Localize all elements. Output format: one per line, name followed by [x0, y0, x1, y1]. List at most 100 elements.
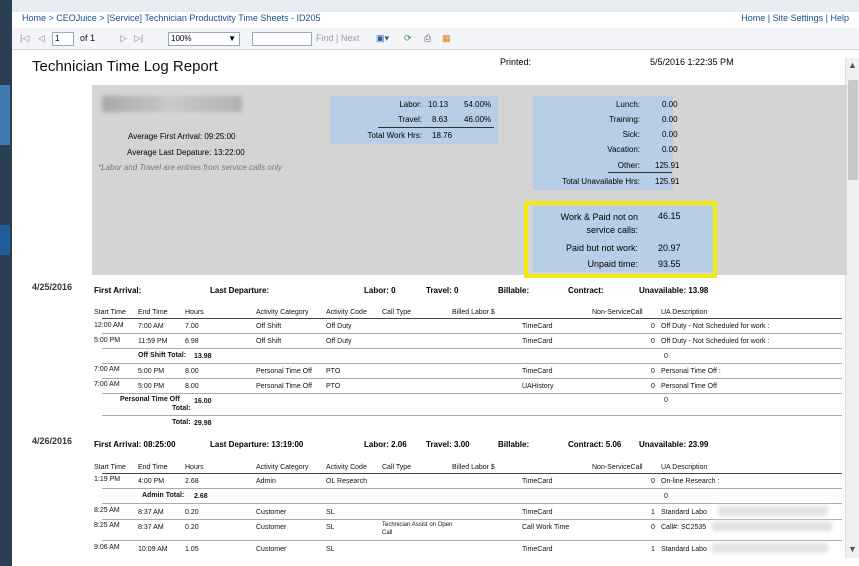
total-work-label: Total Work Hrs:: [367, 131, 422, 140]
sick-label: Sick:: [622, 130, 640, 139]
find-input[interactable]: [252, 32, 312, 46]
cell-category: Personal Time Off: [256, 383, 312, 390]
cell-hours: 0.20: [185, 509, 199, 516]
scroll-up-icon[interactable]: ▲: [848, 60, 857, 70]
cell-count: 0: [651, 478, 655, 485]
row-divider: [102, 393, 842, 394]
day-total-value: 29.98: [194, 420, 212, 427]
labor-travel-note: *Labor and Travel are entries from servi…: [98, 163, 282, 172]
cell-non-service: TimeCard: [522, 368, 553, 375]
scroll-thumb[interactable]: [848, 80, 858, 180]
cell-hours: 1.05: [185, 546, 199, 553]
cell-count: 0: [651, 524, 655, 531]
day-unavailable: Unavailable: 13.98: [639, 286, 709, 295]
header-divider: [102, 318, 842, 319]
last-page-icon[interactable]: ▷|: [134, 33, 143, 44]
admin-total-label: Admin Total:: [142, 492, 185, 499]
day-date: 4/26/2016: [32, 436, 73, 446]
day-labor: Labor: 2.06: [364, 440, 407, 449]
vacation-label: Vacation:: [607, 145, 640, 154]
redacted-text: [712, 521, 832, 531]
sick-value: 0.00: [662, 130, 678, 139]
chevron-down-icon: ▼: [228, 34, 236, 43]
day-contract: Contract: 5.06: [568, 440, 622, 449]
cell-non-service: Call Work Time: [522, 524, 570, 531]
vacation-value: 0.00: [662, 145, 678, 154]
col-activity-code: Activity Code: [326, 464, 367, 471]
last-departure: Last Departure: 13:19:00: [210, 440, 304, 449]
top-links[interactable]: Home | Site Settings | Help: [741, 13, 849, 23]
total-work-value: 18.76: [432, 131, 453, 140]
day-travel: Travel: 3.00: [426, 440, 470, 449]
scroll-down-icon[interactable]: ▼: [848, 544, 857, 554]
cell-ua-description: Standard Labo: [661, 546, 707, 553]
row-divider: [102, 378, 842, 379]
cell-count: 1: [651, 509, 655, 516]
cell-ua-description: On-line Research :: [661, 478, 720, 485]
col-end-time: End Time: [138, 309, 168, 316]
cell-count: 0: [651, 383, 655, 390]
printed-label: Printed:: [500, 57, 532, 67]
day-billable: Billable:: [498, 440, 530, 449]
col-ua-description: UA Description: [661, 309, 708, 316]
export-icon[interactable]: ▦: [442, 33, 451, 44]
page-input[interactable]: 1: [52, 32, 74, 46]
cell-ua-description: Off Duty - Not Scheduled for work :: [661, 323, 770, 330]
technician-name-redacted: [102, 96, 242, 112]
cell-start: 9:06 AM: [94, 544, 120, 551]
labor-label: Labor:: [399, 100, 422, 109]
row-divider: [102, 348, 842, 349]
labor-value: 10.13: [428, 100, 449, 109]
divider: [608, 172, 672, 173]
col-call-type: Call Type: [382, 464, 412, 471]
col-billed-labor: Billed Labor $: [452, 309, 495, 316]
prev-page-icon[interactable]: ◁: [38, 33, 45, 44]
print-icon[interactable]: ⎙: [424, 33, 431, 44]
first-arrival: First Arrival:: [94, 286, 142, 295]
cell-hours: 8.00: [185, 383, 199, 390]
total-unavailable-value: 125.91: [655, 177, 680, 186]
first-page-icon[interactable]: |◁: [20, 33, 29, 44]
breadcrumb-text[interactable]: Home > CEOJuice > [Service] Technician P…: [22, 13, 320, 23]
printed-value: 5/5/2016 1:22:35 PM: [650, 57, 734, 67]
travel-value: 8.63: [432, 115, 448, 124]
refresh-icon[interactable]: ⟳: [404, 33, 412, 44]
cell-non-service: TimeCard: [522, 323, 553, 330]
pto-total-count: 0: [664, 397, 668, 404]
cell-code: SL: [326, 524, 335, 531]
avg-first-arrival: Average First Arrival: 09:25:00: [128, 132, 236, 141]
cell-category: Admin: [256, 478, 276, 485]
report-window: Home > CEOJuice > [Service] Technician P…: [12, 0, 859, 566]
save-icon[interactable]: ▣▾: [376, 33, 389, 44]
labor-pct: 54.00%: [464, 100, 492, 109]
cell-category: Off Shift: [256, 338, 282, 345]
zoom-select[interactable]: 100% ▼: [168, 32, 240, 46]
vertical-scrollbar[interactable]: ▲ ▼: [845, 58, 859, 558]
cell-ua-description: Call#: SC2535: [661, 524, 707, 531]
cell-category: Personal Time Off: [256, 368, 312, 375]
cell-non-service: TimeCard: [522, 546, 553, 553]
left-edge-tab: [0, 225, 10, 255]
pto-total-value: 16.00: [194, 398, 212, 405]
find-next-link[interactable]: Find | Next: [316, 33, 359, 43]
cell-count: 0: [651, 323, 655, 330]
page-count: of 1: [80, 33, 96, 43]
row-divider: [102, 363, 842, 364]
row-divider: [102, 503, 842, 504]
pto-total-label-2: Total:: [172, 405, 191, 412]
breadcrumb[interactable]: Home > CEOJuice > [Service] Technician P…: [22, 13, 320, 23]
cell-ua-description: Off Duty - Not Scheduled for work :: [661, 338, 770, 345]
cell-code: SL: [326, 546, 335, 553]
left-edge-tab: [0, 85, 10, 145]
cell-end: 7:00 AM: [138, 323, 164, 330]
day-travel: Travel: 0: [426, 286, 459, 295]
travel-pct: 46.00%: [464, 115, 492, 124]
day-date: 4/25/2016: [32, 282, 73, 292]
cell-category: Customer: [256, 546, 287, 553]
cell-start: 8:25 AM: [94, 522, 120, 529]
row-divider: [102, 333, 842, 334]
cell-end: 5:00 PM: [138, 383, 165, 390]
other-value: 125.91: [655, 161, 680, 170]
next-page-icon[interactable]: ▷: [120, 33, 127, 44]
cell-count: 0: [651, 338, 655, 345]
